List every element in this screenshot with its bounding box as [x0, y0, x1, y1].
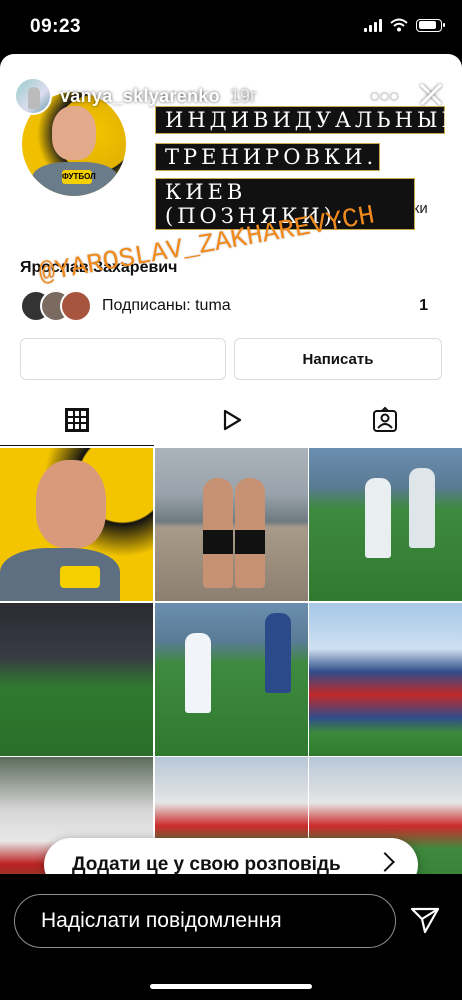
tab-tagged[interactable]: [308, 394, 462, 446]
add-to-story-label: Додати це у свою розповідь: [72, 854, 341, 874]
followed-by-text: Подписаны: tuma: [102, 297, 231, 314]
post-thumbnail[interactable]: [309, 448, 462, 601]
add-to-story-button[interactable]: Додати це у свою розповідь: [44, 838, 418, 874]
reply-input[interactable]: Надіслати повідомлення: [14, 894, 396, 948]
story-username[interactable]: vanya_sklyarenko: [60, 86, 220, 107]
story-author-avatar[interactable]: [14, 77, 52, 115]
reels-icon: [223, 409, 242, 431]
story-header: vanya_sklyarenko 19г •••: [14, 76, 448, 116]
post-thumbnail[interactable]: [154, 448, 308, 601]
tagged-icon: [373, 406, 397, 432]
post-thumbnail[interactable]: [0, 602, 153, 756]
story-card[interactable]: ФУТБОЛ vanya_sklyarenko 19г ••• дписки Я…: [0, 54, 462, 874]
post-grid: [0, 448, 462, 874]
message-button[interactable]: Написать: [234, 338, 442, 380]
tab-reels[interactable]: [154, 394, 308, 446]
status-time: 09:23: [30, 16, 82, 37]
grid-icon: [65, 408, 89, 432]
profile-tabs: [0, 394, 462, 446]
wifi-icon: [390, 18, 408, 32]
followed-by-count: 1: [419, 297, 428, 314]
post-thumbnail[interactable]: [154, 602, 308, 756]
post-thumbnail[interactable]: [309, 602, 462, 756]
story-progress: [8, 60, 454, 63]
home-indicator: [150, 984, 312, 989]
follower-avatar: [60, 290, 92, 322]
status-icons: [364, 18, 445, 32]
post-thumbnail[interactable]: [0, 448, 153, 601]
story-age: 19г: [229, 85, 257, 106]
profile-actions: Написать: [20, 338, 442, 380]
followed-by[interactable]: Подписаны: tuma 1: [20, 288, 450, 324]
tab-posts[interactable]: [0, 394, 154, 446]
signal-icon: [364, 18, 382, 32]
text-sticker-line-2[interactable]: ТРЕНИРОВКИ.: [155, 143, 380, 171]
reply-bar: Надіслати повідомлення: [0, 874, 462, 1000]
status-bar: 09:23: [0, 0, 462, 56]
chevron-right-icon: [375, 852, 395, 872]
follow-button[interactable]: [20, 338, 226, 380]
close-icon[interactable]: [412, 76, 448, 112]
more-options-icon[interactable]: •••: [371, 84, 400, 110]
battery-icon: [416, 18, 445, 32]
send-icon[interactable]: [410, 906, 440, 934]
